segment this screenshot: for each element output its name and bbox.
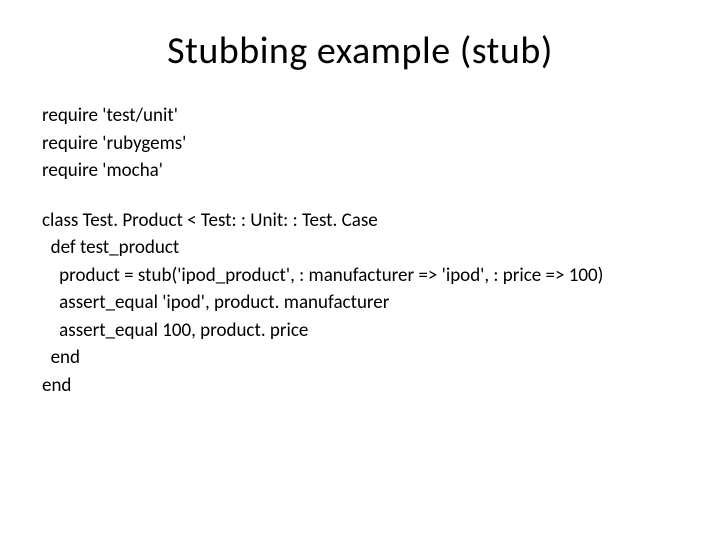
requires-block: require 'test/unit' require 'rubygems' r… [42, 102, 678, 185]
code-line: end [42, 372, 678, 400]
code-line: assert_equal 'ipod', product. manufactur… [42, 289, 678, 317]
slide-container: Stubbing example (stub) require 'test/un… [0, 0, 720, 540]
code-line: product = stub('ipod_product', : manufac… [42, 262, 678, 290]
slide-content: require 'test/unit' require 'rubygems' r… [0, 102, 720, 399]
require-line: require 'mocha' [42, 157, 678, 185]
require-line: require 'rubygems' [42, 130, 678, 158]
code-line: assert_equal 100, product. price [42, 317, 678, 345]
code-line: def test_product [42, 234, 678, 262]
slide-title: Stubbing example (stub) [0, 0, 720, 102]
code-line: class Test. Product < Test: : Unit: : Te… [42, 207, 678, 235]
code-line: end [42, 344, 678, 372]
require-line: require 'test/unit' [42, 102, 678, 130]
class-block: class Test. Product < Test: : Unit: : Te… [42, 207, 678, 400]
